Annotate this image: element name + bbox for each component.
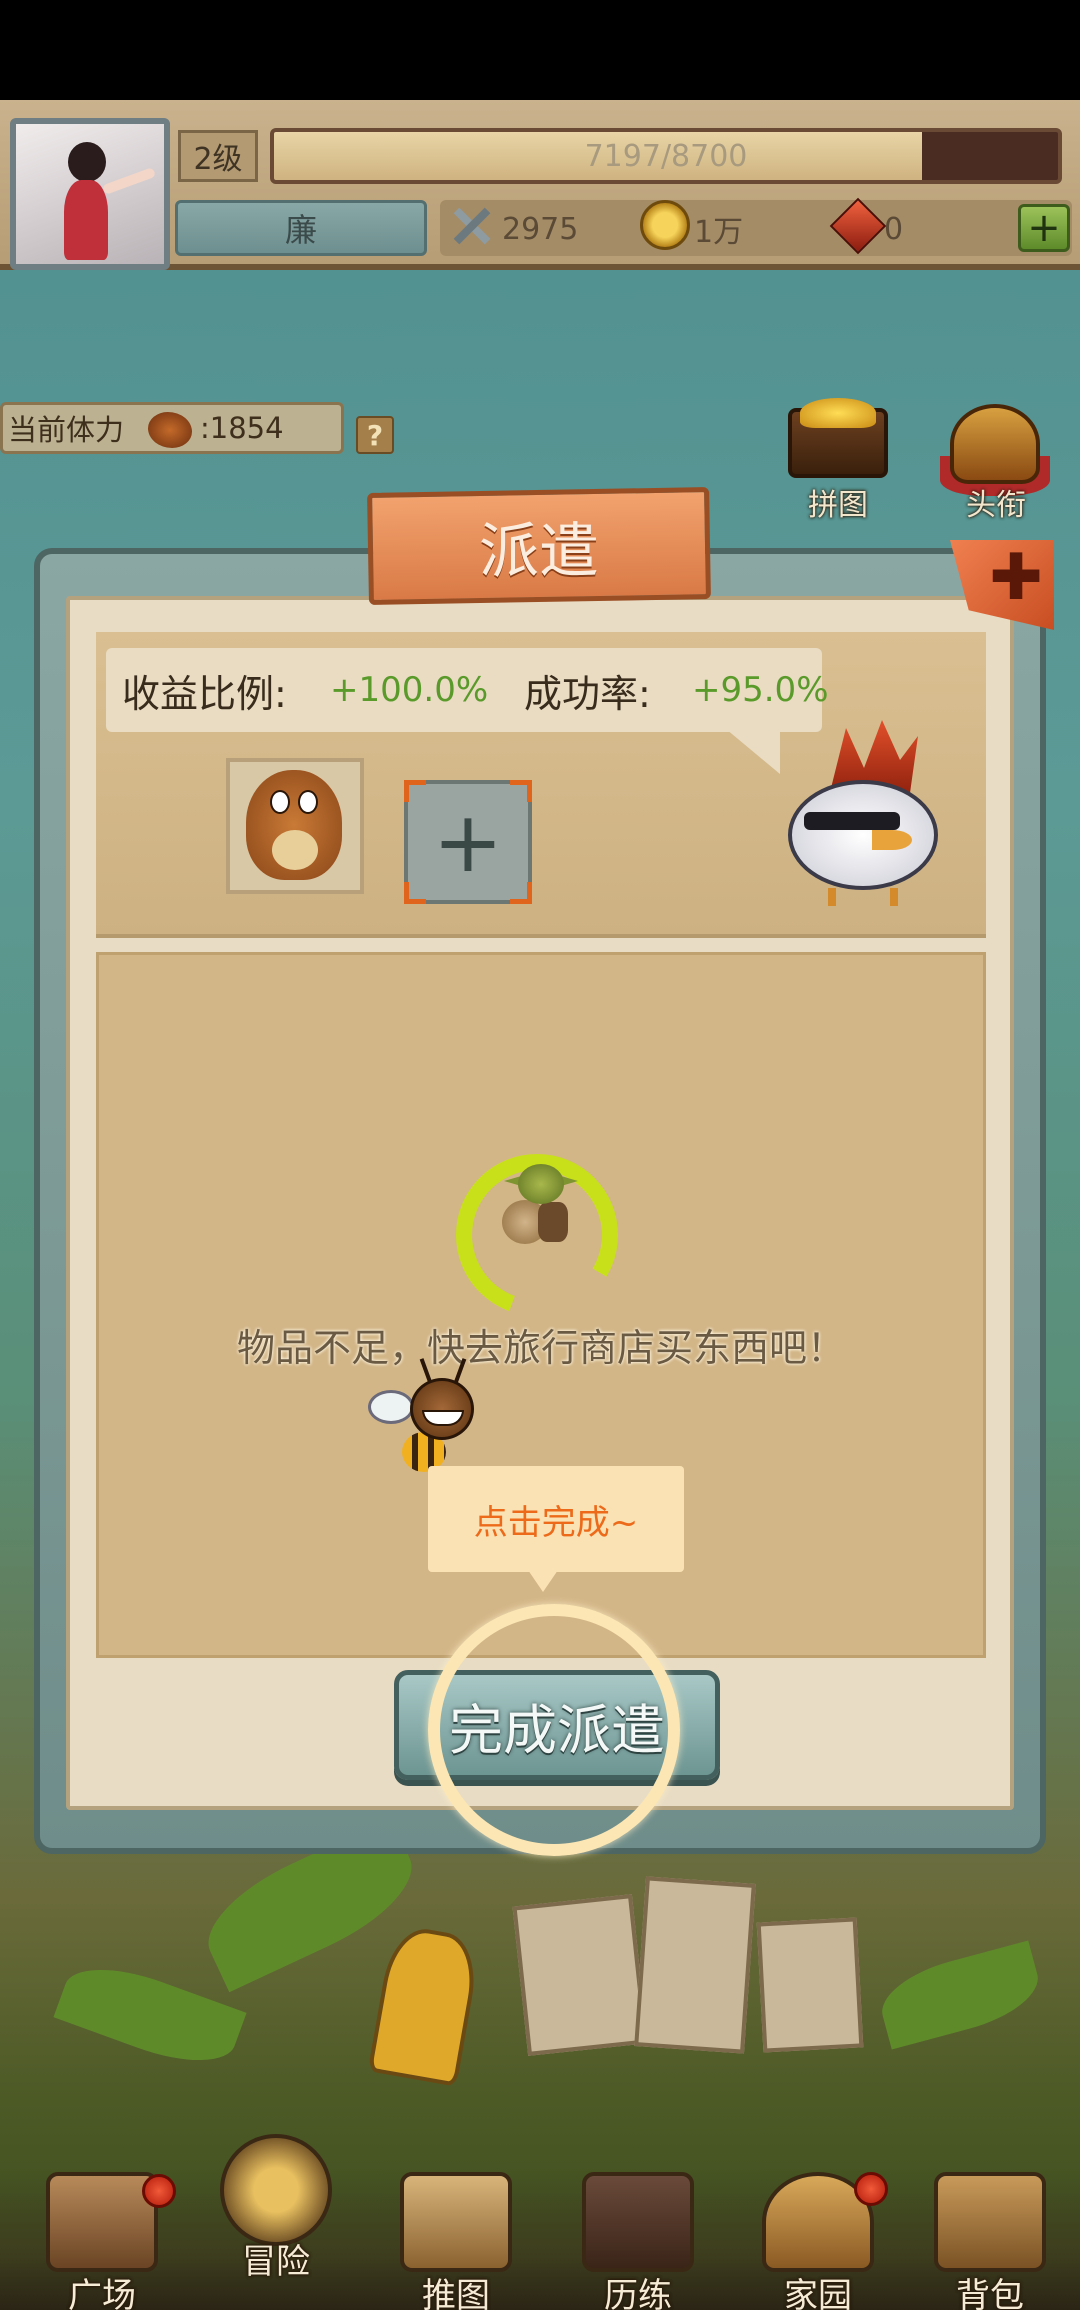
- chicken-body: [788, 780, 938, 890]
- nav-map-label: 推图: [422, 2276, 490, 2310]
- notification-badge: [854, 2172, 888, 2206]
- vine-leaf: [53, 1951, 247, 2079]
- goblin-merchant-icon: [498, 1160, 580, 1260]
- avatar-head: [68, 142, 106, 182]
- coin-icon: [640, 200, 690, 250]
- exp-bar: 7197/8700: [270, 128, 1062, 184]
- guide-tooltip-text: 点击完成~: [473, 1502, 639, 1543]
- bee-guide-character: [364, 1358, 504, 1478]
- hamster-eye: [270, 790, 290, 814]
- nav-training-label: 历练: [604, 2276, 672, 2310]
- vine-leaf: [873, 1940, 1047, 2050]
- map-scroll-icon: [400, 2172, 512, 2272]
- nav-plaza-label: 广场: [68, 2276, 136, 2310]
- crossed-swords-icon: [446, 200, 496, 250]
- hamster-eye: [298, 790, 318, 814]
- status-bar-area: [0, 0, 1080, 100]
- nav-training[interactable]: 历练: [558, 2172, 718, 2310]
- insufficient-items-message: 物品不足，快去旅行商店买东西吧！: [236, 1325, 845, 1370]
- exp-text: 7197/8700: [584, 138, 748, 174]
- training-hall-icon: [582, 2172, 694, 2272]
- chicken-npc: [768, 720, 958, 910]
- sunflower-petal: [367, 1923, 483, 2087]
- plus-icon[interactable]: +: [420, 794, 516, 890]
- goblin-torso: [538, 1202, 568, 1242]
- broken-plank: [756, 1917, 864, 2053]
- income-ratio-label: 收益比例:: [122, 671, 287, 716]
- combat-power-value: 2975: [502, 211, 579, 247]
- puzzle-label: 拼图: [808, 488, 868, 523]
- goblin-head: [518, 1164, 564, 1204]
- hamster-belly: [272, 830, 318, 870]
- magnifier-icon: [220, 2134, 332, 2246]
- player-level: 2级: [178, 130, 258, 182]
- gem-value: 0: [884, 211, 904, 247]
- add-gems-button[interactable]: +: [1018, 204, 1070, 252]
- bee-wing: [368, 1390, 414, 1424]
- nav-adventure[interactable]: 冒险: [196, 2134, 356, 2282]
- stamina-icon: [148, 412, 192, 448]
- stamina-label: 当前体力: [8, 413, 125, 447]
- gem-icon: [830, 200, 880, 250]
- title-rank-label: 头衔: [966, 488, 1026, 523]
- chicken-beak: [872, 830, 912, 850]
- nav-adventure-label: 冒险: [242, 2242, 310, 2282]
- coin-value: 1万: [694, 215, 744, 250]
- avatar-body: [64, 180, 108, 260]
- income-ratio-value: +100.0%: [330, 670, 489, 710]
- success-rate-label: 成功率:: [524, 671, 651, 716]
- broken-plank: [634, 1876, 756, 2054]
- bee-head: [410, 1378, 474, 1440]
- tutorial-highlight-ring: [428, 1604, 680, 1856]
- castle-icon: [46, 2172, 158, 2272]
- dialog-title: 派遣: [479, 516, 599, 587]
- stamina-value: :1854: [200, 411, 284, 445]
- help-button[interactable]: ?: [356, 416, 394, 454]
- backpack-icon: [934, 2172, 1046, 2272]
- notification-badge: [142, 2174, 176, 2208]
- nav-bag[interactable]: 背包: [910, 2172, 1070, 2310]
- broken-plank: [512, 1894, 648, 2056]
- gold-pile-icon: [800, 398, 876, 428]
- sunglasses-icon: [804, 812, 900, 830]
- avatar-arm: [101, 167, 157, 195]
- helmet-icon: [950, 404, 1040, 484]
- nav-home-label: 家园: [784, 2276, 852, 2310]
- chicken-legs: [828, 888, 898, 906]
- player-name[interactable]: 廉: [175, 200, 427, 256]
- nav-plaza[interactable]: 广场: [22, 2172, 182, 2310]
- success-rate-value: +95.0%: [692, 670, 829, 710]
- nav-bag-label: 背包: [956, 2276, 1024, 2310]
- nav-home[interactable]: 家园: [738, 2172, 898, 2310]
- player-avatar[interactable]: [10, 118, 170, 270]
- nav-map[interactable]: 推图: [376, 2172, 536, 2310]
- close-icon[interactable]: ✚: [986, 546, 1046, 610]
